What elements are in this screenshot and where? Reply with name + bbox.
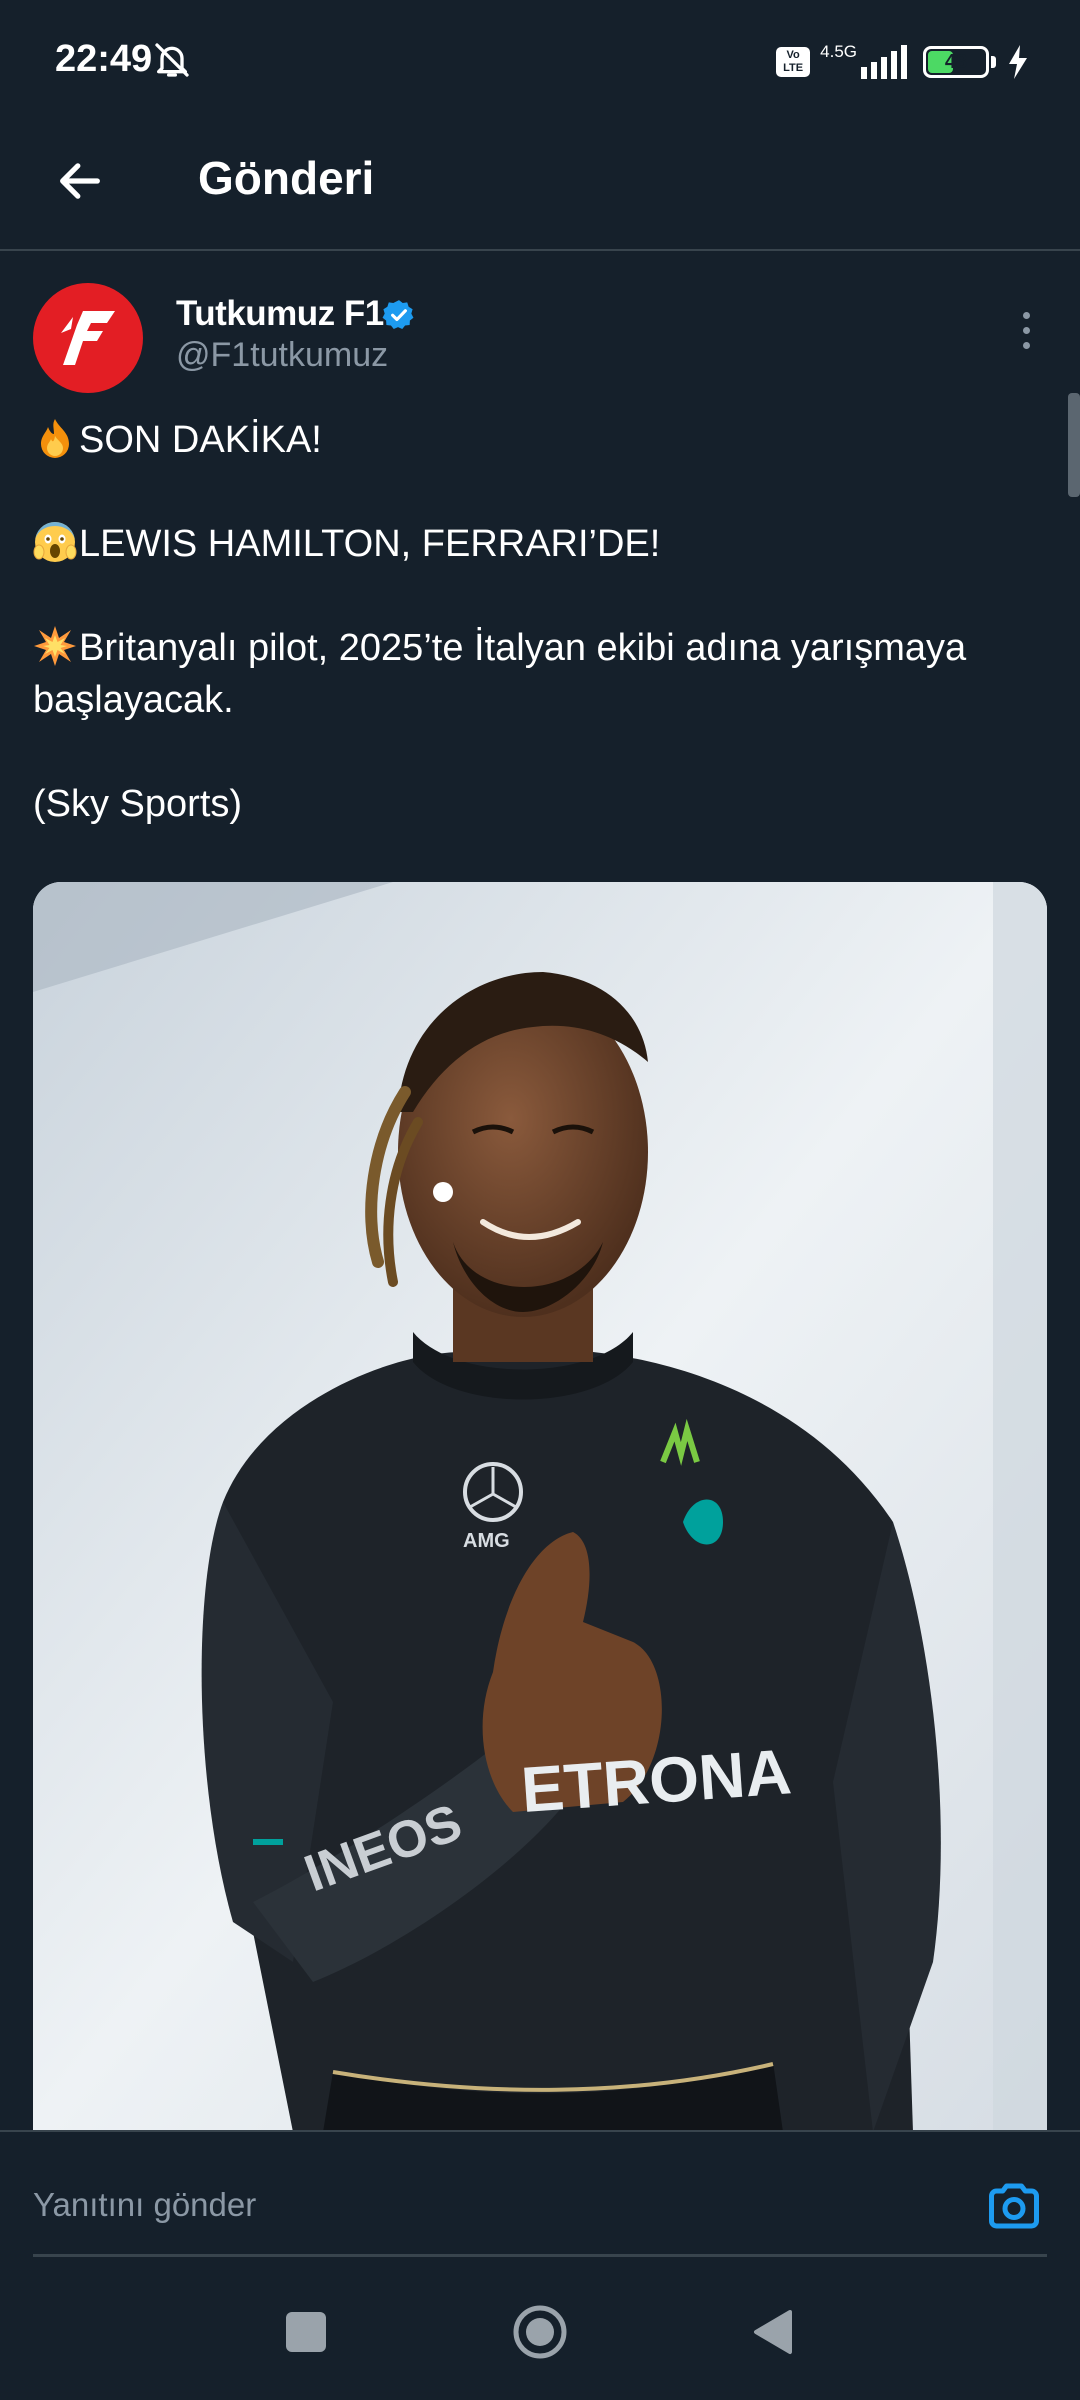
post-line: LEWIS HAMILTON, FERRARI’DE! [33,518,1053,570]
post-image[interactable]: AMG ETRONA INEOS [33,882,1047,2132]
avatar[interactable] [33,283,143,393]
page-title: Gönderi [198,152,375,204]
more-dot-icon [1022,311,1030,319]
more-options-button[interactable] [1006,300,1046,360]
back-button[interactable] [44,145,116,217]
scream-emoji-icon [33,522,77,562]
post-line: Britanyalı pilot, 2025’te İtalyan ekibi … [33,622,1053,726]
status-time: 22:49 [55,38,153,80]
post-line-text: SON DAKİKA! [79,419,322,461]
author-handle[interactable]: @F1tutkumuz [176,336,388,375]
signal-icon [861,45,907,79]
battery-icon: 48 [923,46,989,78]
verified-badge-icon [382,300,414,330]
status-bar: 22:49 Vo LTE 4.5G 48 [0,0,1080,125]
reply-bar: Yanıtını gönder [0,2130,1080,2290]
post-line-text: (Sky Sports) [33,783,243,825]
bell-off-icon [155,43,189,77]
author-name[interactable]: Tutkumuz F1 [176,294,384,334]
reply-input-underline [33,2254,1047,2257]
circle-icon[interactable] [512,2304,568,2360]
post-line-text: Britanyalı pilot, 2025’te İtalyan ekibi … [33,627,967,721]
svg-text:AMG: AMG [463,1530,510,1552]
top-bar: Gönderi [0,125,1080,251]
charging-icon [1009,45,1027,79]
reply-input[interactable]: Yanıtını gönder [33,2186,256,2224]
more-dot-icon [1022,326,1030,334]
battery-cap [991,56,996,68]
camera-icon[interactable] [984,2176,1044,2236]
post-line: SON DAKİKA! [33,414,1053,466]
fire-emoji-icon [41,419,69,458]
square-icon[interactable] [286,2312,326,2352]
driver-photo-illustration: AMG ETRONA INEOS [33,882,1047,2132]
arrow-left-icon [60,163,100,199]
post-text: SON DAKİKA! LEWIS HAMILTON, FERRARI’DE! … [33,414,1053,830]
more-dot-icon [1022,341,1030,349]
status-indicators: Vo LTE 4.5G 48 [776,42,1030,82]
post-line: (Sky Sports) [33,778,1053,830]
network-generation: 4.5G [820,42,857,61]
system-nav-bar [0,2288,1080,2400]
scrollbar-thumb[interactable] [1068,393,1080,497]
f1-logo-icon [61,311,115,365]
battery-level: 48 [944,51,968,73]
screen: 22:49 Vo LTE 4.5G 48 Gönderi Tutkumuz F1… [0,0,1080,2400]
volte-badge: Vo LTE [776,47,811,77]
collision-emoji-icon [34,626,76,666]
post-line-text: LEWIS HAMILTON, FERRARI’DE! [79,523,661,565]
triangle-back-icon[interactable] [750,2308,794,2356]
